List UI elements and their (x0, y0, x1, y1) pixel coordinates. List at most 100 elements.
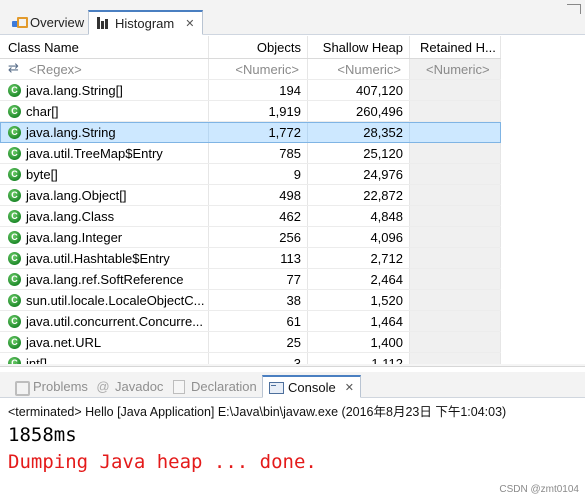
table-row[interactable]: Cjava.lang.String[] 194 407,120 (0, 80, 501, 101)
table-row[interactable]: Cjava.util.Hashtable$Entry 113 2,712 (0, 248, 501, 269)
class-name-label: java.lang.Object[] (26, 187, 127, 203)
class-icon: C (8, 293, 21, 307)
retained-heap-cell (410, 269, 501, 289)
objects-cell: 1,772 (209, 122, 308, 142)
console-status: <terminated> Hello [Java Application] E:… (8, 405, 507, 419)
table-row[interactable]: Csun.util.locale.LocaleObjectC... 38 1,520 (0, 290, 501, 311)
tab-javadoc-label: Javadoc (115, 379, 164, 394)
editor-tab-bar: Overview Histogram ✕ (0, 0, 585, 35)
table-row[interactable]: Cchar[] 1,919 260,496 (0, 101, 501, 122)
class-icon: C (8, 188, 21, 202)
retained-heap-cell (410, 311, 501, 331)
objects-cell: 113 (209, 248, 308, 268)
objects-cell: 194 (209, 80, 308, 100)
class-name-cell: Cjava.lang.ref.SoftReference (0, 269, 209, 289)
tab-declaration[interactable]: Declaration (168, 375, 261, 398)
column-header-class-name[interactable]: Class Name (0, 36, 209, 58)
class-name-label: java.net.URL (26, 334, 102, 350)
objects-cell: 9 (209, 164, 308, 184)
class-name-cell: Cchar[] (0, 101, 209, 121)
objects-cell: 38 (209, 290, 308, 310)
class-name-cell: Cjava.net.URL (0, 332, 209, 352)
class-name-label: java.lang.Class (26, 208, 115, 224)
regex-filter-icon (8, 60, 24, 76)
retained-heap-cell (410, 101, 501, 121)
objects-cell: 498 (209, 185, 308, 205)
class-name-label: java.lang.ref.SoftReference (26, 271, 184, 287)
tab-problems-label: Problems (33, 379, 88, 394)
retained-heap-cell (410, 143, 501, 163)
bottom-panel-tabs: Problems @ Javadoc Declaration Console ✕ (0, 372, 585, 398)
tab-overview-label: Overview (30, 15, 85, 30)
class-name-label: java.util.TreeMap$Entry (26, 145, 163, 161)
overview-icon (12, 16, 28, 29)
tab-overview[interactable]: Overview (4, 10, 92, 35)
class-name-label: java.lang.Integer (26, 229, 123, 245)
objects-filter-input[interactable]: <Numeric> (209, 59, 308, 79)
shallow-filter-input[interactable]: <Numeric> (308, 59, 410, 79)
class-icon: C (8, 83, 21, 97)
objects-cell: 256 (209, 227, 308, 247)
column-header-retained-heap[interactable]: Retained H... (410, 36, 501, 58)
tab-histogram-label: Histogram (115, 15, 175, 31)
watermark: CSDN @zmt0104 (499, 484, 579, 495)
tab-histogram[interactable]: Histogram ✕ (88, 10, 204, 35)
console-icon (269, 381, 284, 394)
objects-cell: 25 (209, 332, 308, 352)
shallow-heap-cell: 260,496 (308, 101, 410, 121)
table-row[interactable]: Cbyte[] 9 24,976 (0, 164, 501, 185)
close-tab-icon[interactable]: ✕ (185, 17, 194, 30)
shallow-heap-cell: 2,712 (308, 248, 410, 268)
console-error-line: Dumping Java heap ... done. (8, 451, 317, 473)
class-name-label: char[] (26, 103, 59, 119)
retained-filter-input[interactable]: <Numeric> (410, 59, 501, 79)
class-name-cell: Csun.util.locale.LocaleObjectC... (0, 290, 209, 310)
divider (0, 366, 585, 367)
shallow-heap-cell: 1,520 (308, 290, 410, 310)
tab-javadoc[interactable]: @ Javadoc (92, 375, 167, 398)
shallow-heap-cell: 24,976 (308, 164, 410, 184)
regex-filter-cell[interactable]: <Regex> (0, 59, 209, 79)
shallow-heap-cell: 2,464 (308, 269, 410, 289)
table-row[interactable]: Cjava.util.concurrent.Concurre... 61 1,464 (0, 311, 501, 332)
class-icon: C (8, 146, 21, 160)
table-row[interactable]: Cjava.lang.ref.SoftReference 77 2,464 (0, 269, 501, 290)
restore-icon[interactable] (567, 4, 581, 14)
tab-declaration-label: Declaration (191, 379, 257, 394)
table-row[interactable]: Cjava.net.URL 25 1,400 (0, 332, 501, 353)
objects-cell: 61 (209, 311, 308, 331)
table-row[interactable]: Cjava.lang.Object[] 498 22,872 (0, 185, 501, 206)
class-name-cell: Cbyte[] (0, 164, 209, 184)
class-icon: C (8, 335, 21, 349)
shallow-heap-cell: 1,464 (308, 311, 410, 331)
tab-problems[interactable]: Problems (10, 375, 92, 398)
objects-cell: 785 (209, 143, 308, 163)
close-console-icon[interactable]: ✕ (345, 381, 354, 394)
column-header-objects[interactable]: Objects (209, 36, 308, 58)
table-row[interactable]: Cjava.lang.Class 462 4,848 (0, 206, 501, 227)
shallow-heap-cell: 25,120 (308, 143, 410, 163)
table-header: Class Name Objects Shallow Heap Retained… (0, 36, 501, 59)
problems-icon (14, 380, 30, 396)
table-row[interactable]: Cjava.util.TreeMap$Entry 785 25,120 (0, 143, 501, 164)
table-row[interactable]: Cjava.lang.Integer 256 4,096 (0, 227, 501, 248)
class-icon: C (8, 251, 21, 265)
column-header-shallow-heap[interactable]: Shallow Heap (308, 36, 410, 58)
class-icon: C (8, 125, 21, 139)
tab-console[interactable]: Console ✕ (262, 375, 361, 398)
class-icon: C (8, 230, 21, 244)
regex-filter-input[interactable]: <Regex> (29, 62, 82, 77)
table-row[interactable]: Cjava.lang.String 1,772 28,352 (0, 122, 501, 143)
objects-cell: 77 (209, 269, 308, 289)
class-name-cell: Cjava.lang.Integer (0, 227, 209, 247)
histogram-table: Class Name Objects Shallow Heap Retained… (0, 36, 585, 366)
class-icon: C (8, 104, 21, 118)
retained-heap-cell (410, 332, 501, 352)
retained-heap-cell (410, 248, 501, 268)
retained-heap-cell (410, 185, 501, 205)
shallow-heap-cell: 4,096 (308, 227, 410, 247)
declaration-icon (172, 380, 186, 394)
filter-row: <Regex> <Numeric> <Numeric> <Numeric> (0, 59, 501, 80)
class-name-label: java.lang.String (26, 124, 116, 140)
class-name-label: sun.util.locale.LocaleObjectC... (26, 292, 205, 308)
